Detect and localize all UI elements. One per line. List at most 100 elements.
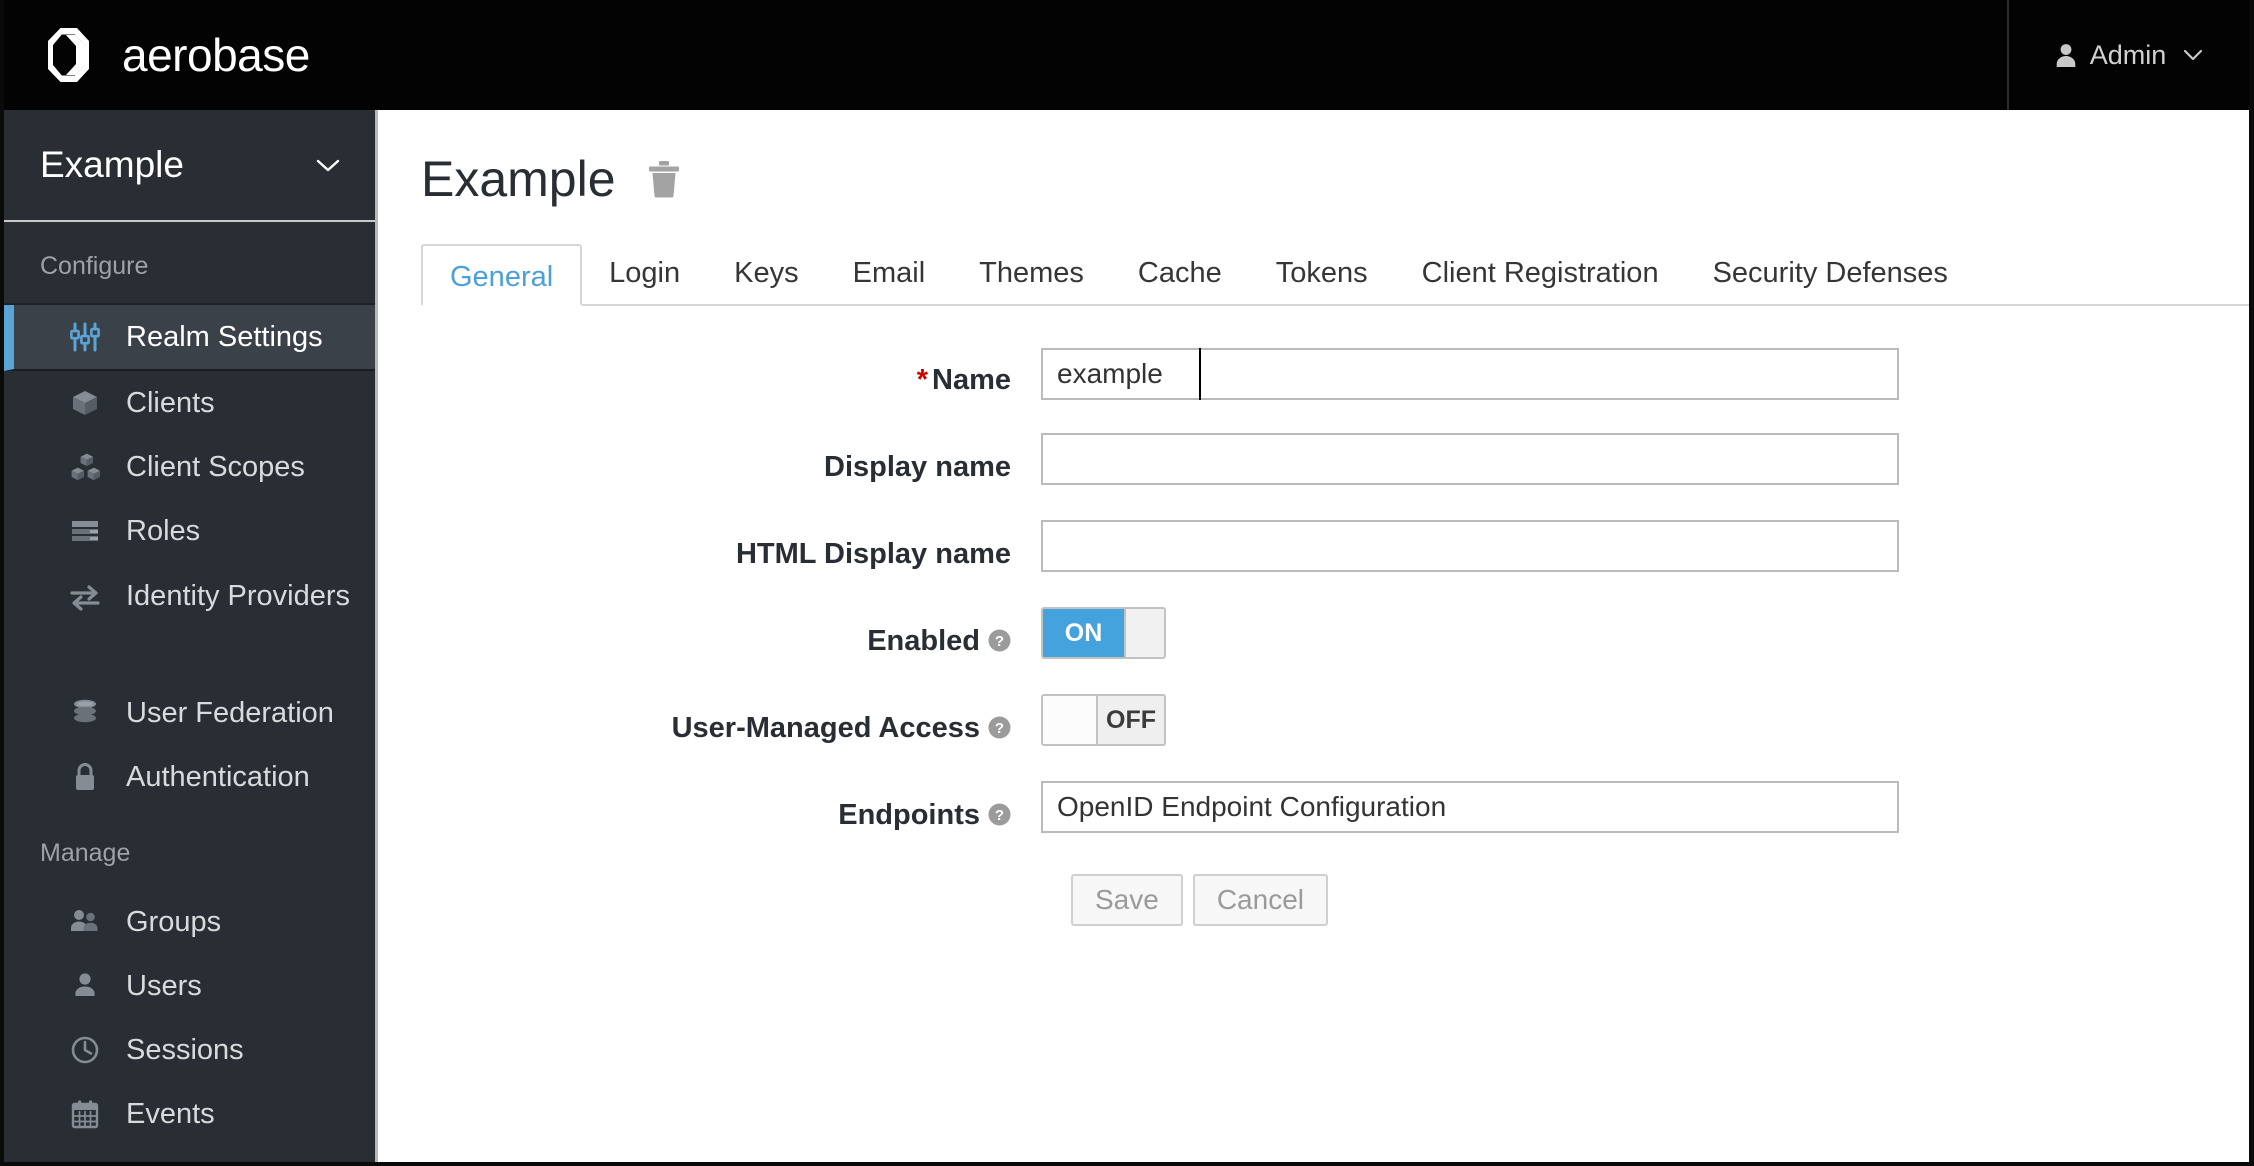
sidebar-item-users[interactable]: Users <box>4 954 375 1018</box>
sidebar-item-identity-providers[interactable]: Identity Providers <box>4 563 375 681</box>
display-name-label: Display name <box>824 451 1011 484</box>
user-icon <box>68 969 102 1003</box>
user-managed-access-label: User-Managed Access? <box>381 694 1041 749</box>
user-name-label: Admin <box>2089 39 2167 70</box>
users-group-icon <box>68 905 102 939</box>
form-row-display-name: Display name <box>381 433 2249 488</box>
application-window: aerobase Admin Example Configure Realm S… <box>0 0 2254 1166</box>
required-marker: * <box>916 364 928 396</box>
cubes-icon <box>68 450 102 484</box>
endpoints-select[interactable]: OpenID Endpoint Configuration <box>1041 781 1899 834</box>
enabled-toggle-state: ON <box>1043 609 1124 658</box>
name-label: * Name <box>381 348 1041 401</box>
enabled-toggle-knob <box>1124 609 1164 658</box>
user-managed-access-toggle-knob <box>1043 696 1098 745</box>
page-header: Example <box>381 110 2249 208</box>
name-label-text: Name <box>932 364 1011 396</box>
sidebar-item-label: Roles <box>126 514 201 547</box>
aerobase-hexagon-logo-icon <box>44 26 100 84</box>
brand-name: aerobase <box>122 29 310 81</box>
sidebar-item-events[interactable]: Events <box>4 1082 375 1146</box>
tab-themes[interactable]: Themes <box>952 242 1111 304</box>
lock-icon <box>68 760 102 794</box>
sidebar-item-authentication[interactable]: Authentication <box>4 745 375 809</box>
save-button[interactable]: Save <box>1071 874 1183 927</box>
tab-general[interactable]: General <box>421 244 583 306</box>
masthead: aerobase Admin <box>4 0 2249 110</box>
svg-text:?: ? <box>995 633 1004 650</box>
question-circle-icon[interactable]: ? <box>988 622 1011 652</box>
form-row-enabled: Enabled? ON <box>381 607 2249 662</box>
tab-bar: General Login Keys Email Themes Cache To… <box>421 244 2249 306</box>
sidebar-item-realm-settings[interactable]: Realm Settings <box>4 305 375 371</box>
sidebar-item-roles[interactable]: Roles <box>4 499 375 563</box>
nav-section-configure: Configure <box>4 222 375 305</box>
tab-keys[interactable]: Keys <box>707 242 825 304</box>
html-display-name-input[interactable] <box>1041 520 1899 573</box>
sidebar-item-label: Realm Settings <box>126 320 323 353</box>
tab-cache[interactable]: Cache <box>1111 242 1249 304</box>
enabled-label: Enabled? <box>381 607 1041 662</box>
nav-section-label-manage: Manage <box>40 839 131 867</box>
sidebar-item-label: Client Scopes <box>126 450 305 483</box>
form-row-user-managed-access: User-Managed Access? OFF <box>381 694 2249 749</box>
cube-icon <box>68 386 102 420</box>
sidebar-item-label: Identity Providers <box>126 580 351 612</box>
sidebar-item-label: Sessions <box>126 1033 244 1066</box>
enabled-label-text: Enabled <box>867 625 980 658</box>
enabled-toggle[interactable]: ON <box>1041 607 1166 660</box>
sidebar-item-label: Events <box>126 1097 215 1130</box>
sidebar-item-label: Clients <box>126 386 215 419</box>
chevron-down-icon <box>315 158 341 173</box>
sliders-icon <box>68 320 102 354</box>
tab-login[interactable]: Login <box>582 242 707 304</box>
user-avatar-icon <box>2055 43 2077 67</box>
question-circle-icon[interactable]: ? <box>988 709 1011 739</box>
exchange-arrows-icon <box>68 575 102 615</box>
clock-icon <box>68 1033 102 1067</box>
sidebar-item-label: Authentication <box>126 760 310 793</box>
page-title: Example <box>421 151 616 207</box>
tab-tokens[interactable]: Tokens <box>1249 242 1395 304</box>
sidebar-item-sessions[interactable]: Sessions <box>4 1018 375 1082</box>
form-row-name: * Name example <box>381 348 2249 401</box>
user-managed-access-label-text: User-Managed Access <box>671 712 980 745</box>
svg-text:?: ? <box>995 807 1004 824</box>
html-display-name-label: HTML Display name <box>735 538 1011 571</box>
sidebar-item-client-scopes[interactable]: Client Scopes <box>4 435 375 499</box>
sidebar-item-label: User Federation <box>126 696 334 729</box>
realm-selector[interactable]: Example <box>4 110 375 222</box>
sidebar-item-groups[interactable]: Groups <box>4 890 375 954</box>
user-menu[interactable]: Admin <box>2007 0 2249 110</box>
trash-icon[interactable] <box>646 159 682 199</box>
database-icon <box>68 696 102 730</box>
brand-logo[interactable]: aerobase <box>44 26 310 84</box>
realm-name-label: Example <box>40 144 184 185</box>
svg-text:?: ? <box>995 720 1004 737</box>
name-input[interactable]: example <box>1041 348 1899 400</box>
cancel-button[interactable]: Cancel <box>1192 874 1328 927</box>
form-row-endpoints: Endpoints? OpenID Endpoint Configuration <box>381 781 2249 836</box>
calendar-icon <box>68 1097 102 1131</box>
user-managed-access-toggle-state: OFF <box>1098 696 1164 745</box>
sidebar-item-label: Groups <box>126 905 222 938</box>
chevron-down-icon <box>2179 49 2203 61</box>
sidebar: Example Configure Realm Settings Clients… <box>4 110 378 1162</box>
main-content: Example General Login Keys Email Themes … <box>381 110 2249 1162</box>
tab-email[interactable]: Email <box>826 242 953 304</box>
sidebar-item-clients[interactable]: Clients <box>4 371 375 435</box>
endpoints-label-text: Endpoints <box>838 799 980 832</box>
sidebar-item-user-federation[interactable]: User Federation <box>4 681 375 745</box>
endpoints-label: Endpoints? <box>381 781 1041 836</box>
question-circle-icon[interactable]: ? <box>988 796 1011 826</box>
sidebar-item-label: Users <box>126 969 202 1002</box>
general-settings-form: * Name example Display name HTML Display … <box>381 306 2249 927</box>
display-name-input[interactable] <box>1041 433 1899 486</box>
nav-section-label-configure: Configure <box>40 252 149 280</box>
tab-client-registration[interactable]: Client Registration <box>1395 242 1686 304</box>
form-row-html-display-name: HTML Display name <box>381 520 2249 575</box>
list-rows-icon <box>68 514 102 548</box>
tab-security-defenses[interactable]: Security Defenses <box>1686 242 1975 304</box>
form-actions: Save Cancel <box>1041 874 2249 927</box>
user-managed-access-toggle[interactable]: OFF <box>1041 694 1166 747</box>
